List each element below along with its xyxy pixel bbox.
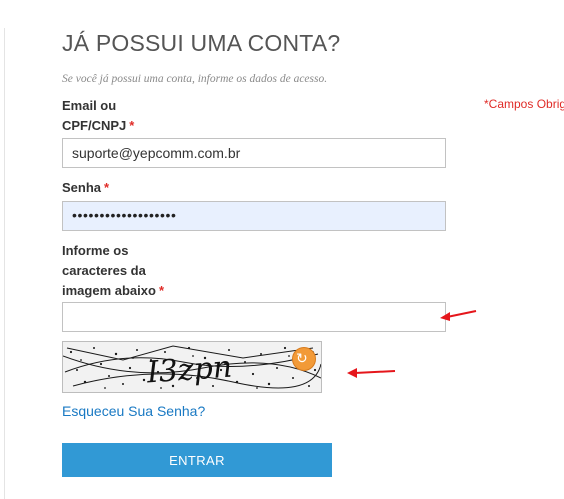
captcha-label-line1: Informe os [62,243,129,258]
email-field-value: suporte@yepcomm.com.br [72,145,241,161]
annotation-arrow-captcha-input [440,310,477,321]
captcha-label: Informe os caracteres da imagem abaixo * [62,241,164,301]
captcha-label-line2: caracteres da [62,263,146,278]
password-label-text: Senha [62,180,102,195]
captcha-required-mark: * [158,283,164,298]
forgot-password-link[interactable]: Esqueceu Sua Senha? [62,403,205,419]
page-title: JÁ POSSUI UMA CONTA? [62,30,341,56]
captcha-noise-graphic: I3zpn [63,342,321,392]
email-label: Email ou CPF/CNPJ * [62,96,134,136]
refresh-icon-glyph: ↻ [296,350,308,366]
captcha-image: I3zpn [62,341,322,393]
login-subtitle: Se você já possui uma conta, informe os … [62,73,328,85]
captcha-label-line3: imagem abaixo [62,283,156,298]
password-required-mark: * [104,180,110,195]
password-field-value: ••••••••••••••••••• [72,207,177,223]
captcha-input[interactable] [62,302,446,332]
email-label-line1: Email ou [62,98,117,113]
login-submit-button[interactable]: ENTRAR [62,443,332,477]
required-fields-note: *Campos Obrig [484,97,564,111]
email-label-line2: CPF/CNPJ [62,118,127,133]
left-divider [4,28,5,499]
annotation-arrow-captcha-image [347,368,396,378]
captcha-text: I3zpn [145,350,234,391]
email-required-mark: * [129,118,135,133]
password-label: Senha * [62,178,109,198]
